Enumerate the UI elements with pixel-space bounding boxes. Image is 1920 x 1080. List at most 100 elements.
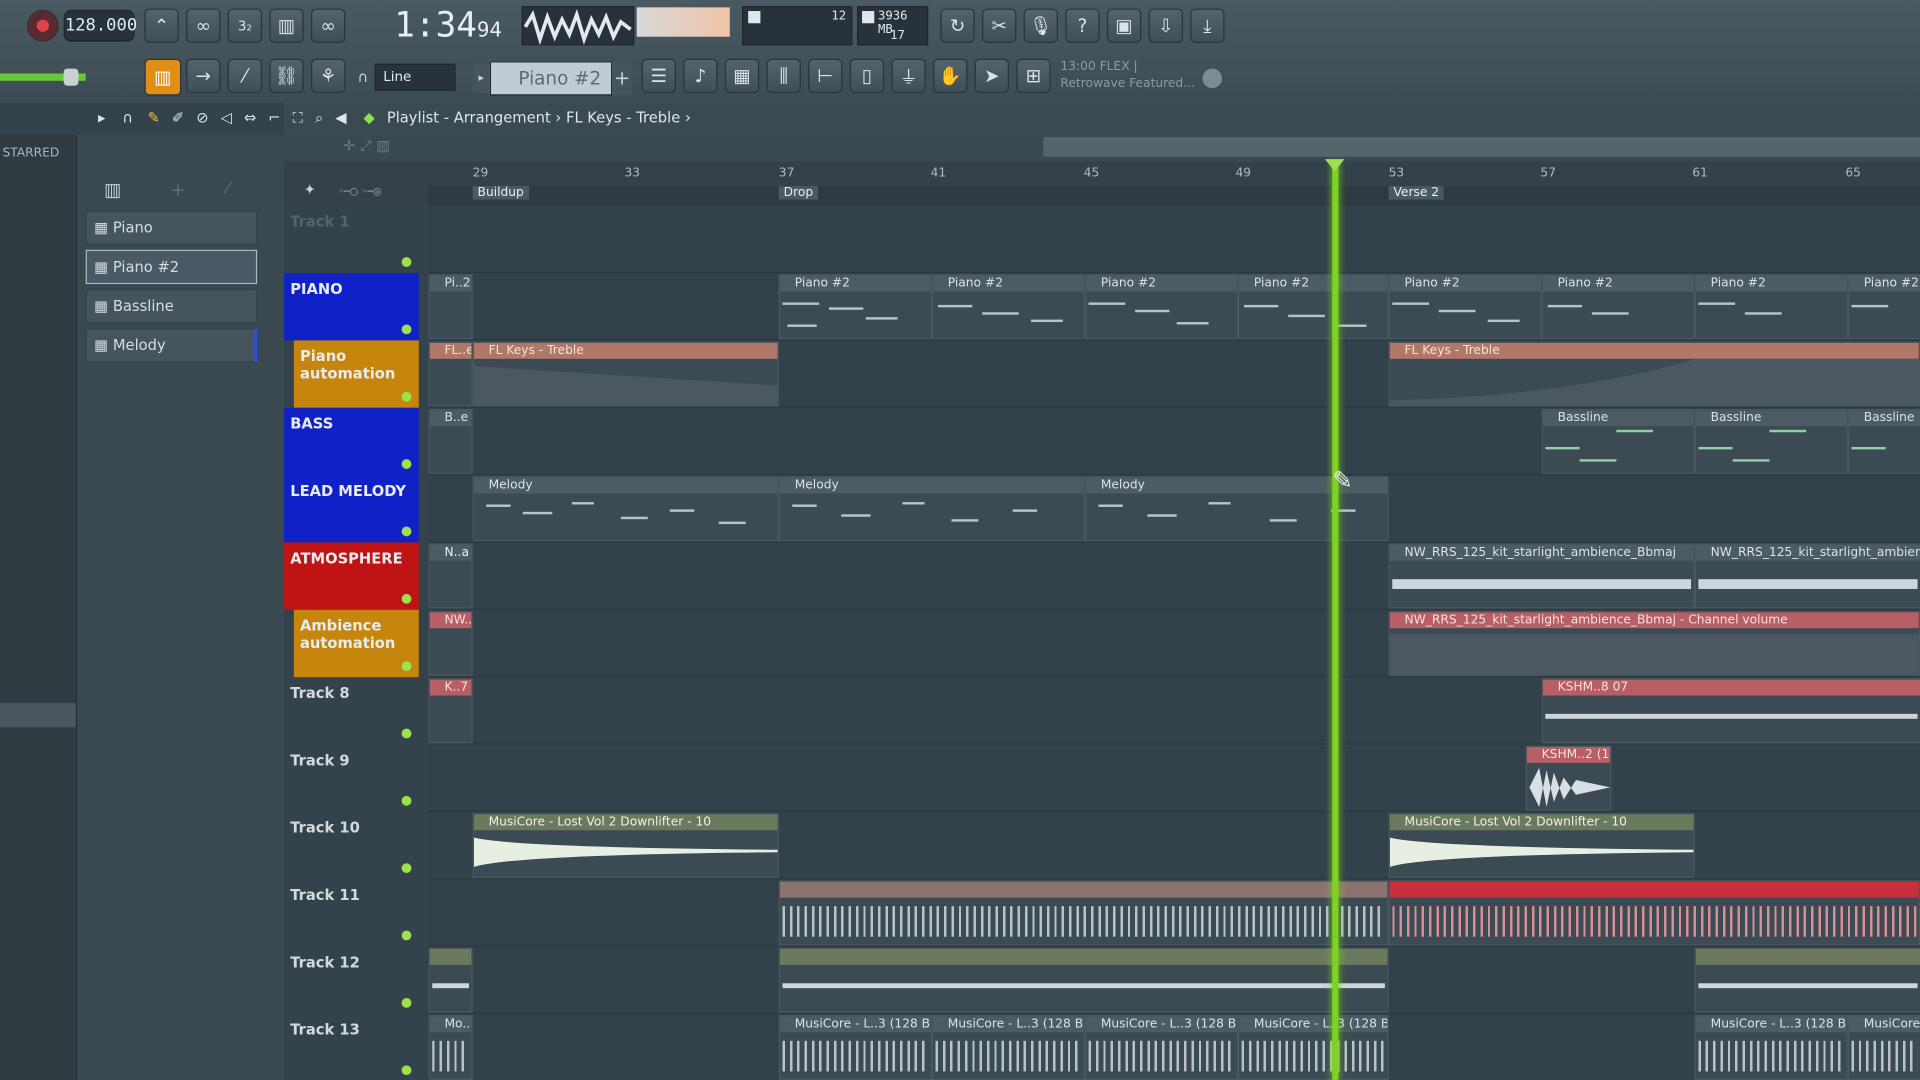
pattern-clip[interactable]: Piano #2 [1694, 274, 1848, 340]
track-enable-dot[interactable] [401, 728, 412, 739]
loop-record-button[interactable]: ∞ [311, 8, 346, 43]
track-header-ambience-automation[interactable]: Ambience automation [293, 609, 419, 678]
track-enable-dot[interactable] [401, 593, 412, 604]
mute-icon[interactable]: ◁ [221, 109, 232, 126]
audio-clip[interactable]: MusiCore - L..3 (128 BPM) [931, 1015, 1085, 1080]
track-enable-dot[interactable] [401, 930, 412, 941]
pattern-clip[interactable]: Piano #2 [931, 274, 1085, 340]
add-track-icon[interactable]: ✦ [304, 181, 316, 198]
track-header-atmosphere[interactable]: ATMOSPHERE [284, 542, 419, 610]
pattern-clip[interactable]: Pi..2 [428, 274, 473, 340]
export-button[interactable]: ⤓ [1190, 8, 1225, 43]
audio-clip[interactable]: MusiCore - L..3 (128 BPM) [1237, 1015, 1389, 1080]
track-enable-dot[interactable] [401, 997, 412, 1008]
sync-button[interactable]: ↻ [940, 8, 975, 43]
slice-icon[interactable]: ⌐ [268, 109, 280, 126]
track-lane-atmosphere[interactable]: N..a NW_RRS_125_kit_starlight_ambience_B… [428, 542, 1920, 610]
step-edit-button[interactable]: ▥ [269, 8, 304, 43]
track-lane-piano[interactable]: Pi..2 Piano #2 Piano #2 Piano #2 Piano #… [428, 273, 1920, 341]
track-enable-dot[interactable] [401, 661, 412, 672]
track-lane-13[interactable]: Mo.. MusiCore - L..3 (128 BPM) MusiCore … [428, 1013, 1920, 1080]
pattern-item[interactable]: ▦ Melody [85, 328, 258, 363]
audio-clip[interactable] [428, 947, 473, 1013]
pattern-prev-button[interactable]: ▸ [472, 63, 490, 94]
add-pattern-button[interactable]: + [612, 61, 632, 96]
audio-clip[interactable] [778, 947, 1389, 1013]
track-enable-dot[interactable] [401, 795, 412, 806]
countdown-button[interactable]: 3₂ [227, 8, 263, 43]
track-header-9[interactable]: Track 9 [284, 744, 419, 811]
pattern-clip[interactable]: B..e [428, 408, 473, 474]
arrow-tool-button[interactable]: → [186, 58, 221, 94]
audio-clip[interactable]: MusiCore - L..3 (128 BPM) [778, 1015, 932, 1080]
pattern-clip[interactable]: Bassline [1847, 408, 1920, 474]
audio-clip[interactable] [1694, 947, 1920, 1013]
playhead-marker-icon[interactable] [1324, 159, 1345, 172]
track-header-piano[interactable]: PIANO [284, 273, 419, 341]
pattern-clip[interactable]: Piano #2 [1388, 274, 1542, 340]
audio-clip[interactable]: KSHM..2 (18) [1525, 745, 1612, 811]
track-lane-10[interactable]: MusiCore - Lost Vol 2 Downlifter - 10 Mu… [428, 811, 1920, 880]
track-lane-9[interactable]: KSHM..2 (18) [428, 744, 1920, 812]
browser-selection[interactable] [0, 702, 76, 728]
news-panel[interactable]: 13:00 FLEX | Retrowave Featured... [1060, 59, 1194, 93]
browser-button[interactable]: ⊢ [808, 58, 843, 94]
pencil-icon[interactable]: ✎ [148, 109, 160, 126]
track-enable-dot[interactable] [401, 257, 412, 267]
snap-select[interactable]: Line [374, 63, 456, 91]
marker-drop[interactable]: Drop [778, 186, 819, 200]
timeline-ruler[interactable]: 29 33 37 41 45 49 53 57 61 65 [428, 161, 1920, 187]
piano-roll-icon[interactable]: ▥ [104, 179, 121, 201]
track-header-8[interactable]: Track 8 [284, 677, 419, 744]
slider-handle[interactable] [63, 68, 79, 86]
track-enable-dot[interactable] [401, 391, 412, 402]
render-button[interactable]: ⇩ [1148, 8, 1183, 43]
automation-clip[interactable]: FL Keys - Treble [472, 341, 779, 407]
audio-clip[interactable]: K..7 [428, 678, 473, 744]
track-lane-1[interactable] [428, 205, 1920, 274]
pattern-clip[interactable]: Piano #2 [1084, 274, 1238, 340]
pattern-clip[interactable]: Melody [472, 476, 779, 542]
audio-clip[interactable]: N..a [428, 543, 473, 609]
track-header-12[interactable]: Track 12 [284, 947, 419, 1014]
pattern-clip[interactable]: Melody [778, 476, 1085, 542]
automation-clip[interactable]: FL Keys - Treble [1388, 341, 1920, 407]
magnet-icon[interactable]: ∩ [122, 109, 133, 126]
track-lane-12[interactable] [428, 946, 1920, 1014]
pattern-item[interactable]: ▦ Bassline [85, 288, 258, 324]
track-lane-8[interactable]: K..7 KSHM..8 07 [428, 677, 1920, 745]
playlist-button[interactable]: ☰ [641, 58, 676, 94]
pattern-clip[interactable]: Bassline [1541, 408, 1695, 474]
breadcrumb-channel[interactable]: FL Keys - Treble [566, 109, 680, 126]
project-info-button[interactable]: ▯ [849, 58, 885, 94]
record-button[interactable] [26, 9, 59, 42]
tempo-display[interactable]: 128.000 [63, 9, 137, 42]
audio-clip[interactable]: MusiCore - Lost Vol 2 Downlifter - 10 [1388, 813, 1695, 878]
news-icon[interactable] [1202, 68, 1223, 89]
automation-clip[interactable]: FL..e [428, 341, 473, 407]
pattern-item[interactable]: ▦ Piano [85, 210, 258, 245]
paint-tool-button[interactable]: ⁄ [227, 58, 263, 94]
playhead[interactable] [1332, 161, 1339, 1080]
pattern-selector[interactable]: Piano #2 [489, 61, 613, 96]
track-header[interactable]: Track 1 [284, 206, 419, 273]
audio-clip[interactable]: MusiCore - L..3 (128 BPM) [1694, 1015, 1848, 1080]
stamp-button[interactable]: ⚘ [311, 58, 346, 94]
pattern-clip[interactable]: Piano #2 [1847, 274, 1920, 340]
track-enable-dot[interactable] [401, 459, 412, 469]
track-lane-bass[interactable]: B..e Bassline Bassline Bassline [428, 407, 1920, 476]
marker-verse-2[interactable]: Verse 2 [1388, 186, 1444, 200]
pattern-clip[interactable]: Piano #2 [1237, 274, 1389, 340]
track-enable-dot[interactable] [401, 526, 412, 537]
piano-roll-button[interactable]: ▥ [144, 58, 182, 96]
playlist-tools[interactable]: ✛ ⤢ ▥ [343, 137, 390, 155]
audio-clip[interactable]: MusiCore - L..3 (128 BPM) [1084, 1015, 1238, 1080]
pattern-clip[interactable]: Piano #2 [778, 274, 932, 340]
audio-clip[interactable] [1388, 880, 1920, 946]
overview-bar[interactable]: ✛ ⤢ ▥ [284, 134, 1920, 162]
audio-clip[interactable] [778, 880, 1389, 946]
plugin-database-button[interactable]: ⏚ [891, 58, 926, 94]
track-enable-dot[interactable] [401, 1065, 412, 1076]
pattern-clip[interactable]: Piano #2 [1541, 274, 1695, 340]
audio-clip[interactable]: MusiCore - L..3 (128 BPM) [1847, 1015, 1920, 1080]
